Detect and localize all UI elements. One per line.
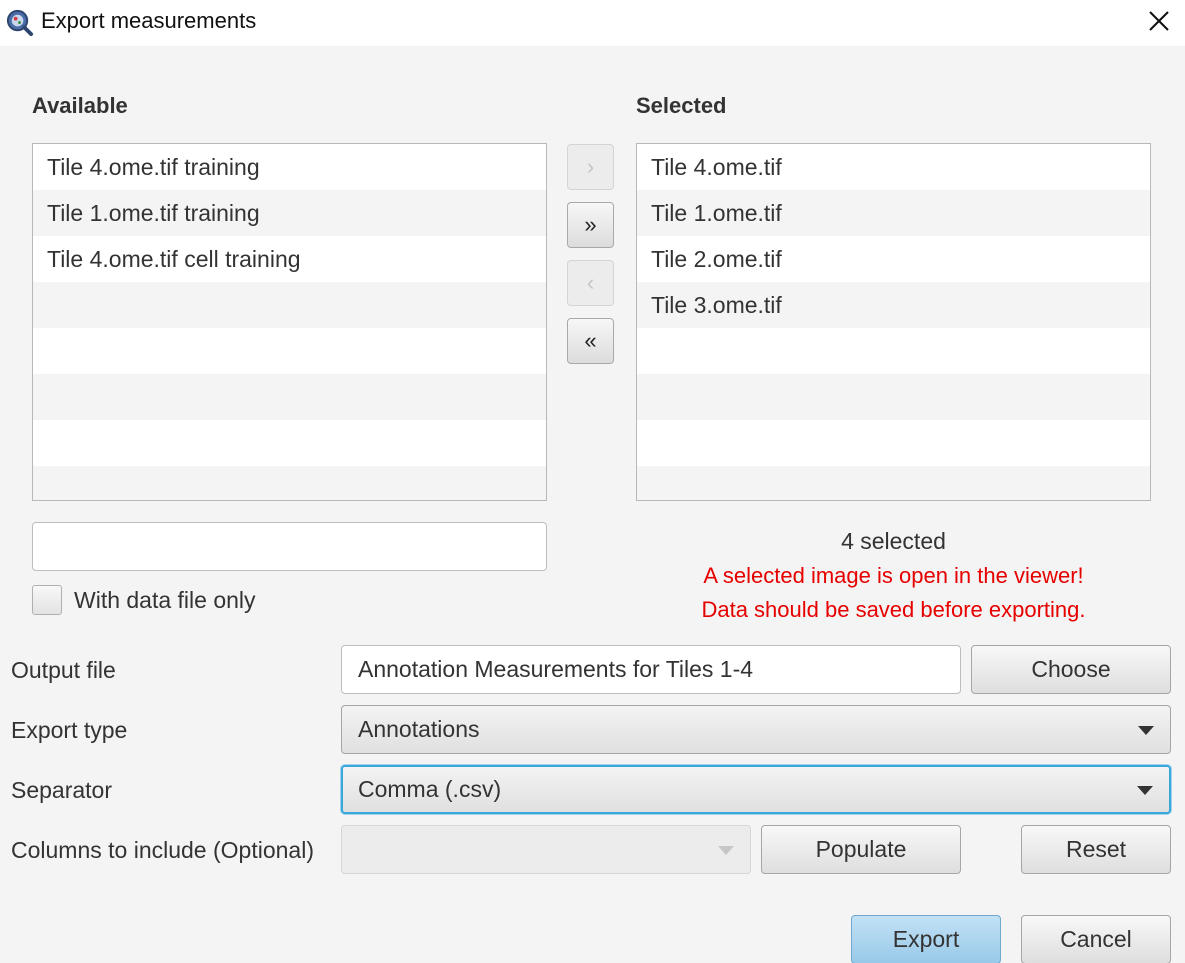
export-type-select[interactable]: Annotations	[341, 705, 1171, 754]
export-button-label: Export	[892, 926, 960, 952]
export-type-label: Export type	[11, 717, 128, 743]
reset-button[interactable]: Reset	[1021, 825, 1171, 874]
choose-button-label: Choose	[1031, 656, 1111, 682]
move-selected-right-button[interactable]: ›	[567, 144, 614, 190]
available-list-item	[33, 282, 546, 328]
dropdown-arrow-icon	[718, 846, 734, 855]
selected-list-item	[637, 328, 1150, 374]
move-selected-left-button[interactable]: ‹	[567, 260, 614, 306]
export-button[interactable]: Export	[851, 915, 1001, 963]
available-list[interactable]: Tile 4.ome.tif training Tile 1.ome.tif t…	[32, 143, 547, 501]
close-button[interactable]	[1140, 4, 1178, 38]
double-chevron-right-icon: »	[584, 212, 597, 237]
warning-open-image: A selected image is open in the viewer!	[703, 563, 1084, 588]
dropdown-arrow-icon	[1137, 786, 1153, 795]
available-list-item[interactable]: Tile 4.ome.tif cell training	[33, 236, 546, 282]
close-icon	[1149, 11, 1169, 31]
choose-button[interactable]: Choose	[971, 645, 1171, 694]
separator-select[interactable]: Comma (.csv)	[341, 765, 1171, 814]
move-all-right-button[interactable]: »	[567, 202, 614, 248]
populate-button[interactable]: Populate	[761, 825, 961, 874]
output-file-label: Output file	[11, 657, 116, 683]
columns-label: Columns to include (Optional)	[11, 837, 314, 863]
qupath-app-icon	[6, 9, 34, 37]
populate-button-label: Populate	[815, 836, 907, 862]
selected-count: 4 selected	[841, 528, 946, 554]
separator-label: Separator	[11, 777, 113, 803]
export-type-value: Annotations	[358, 716, 480, 742]
selected-list-item	[637, 466, 1150, 500]
move-all-left-button[interactable]: «	[567, 318, 614, 364]
dropdown-arrow-icon	[1138, 726, 1154, 735]
selected-list-item	[637, 420, 1150, 466]
double-chevron-left-icon: «	[584, 328, 597, 353]
with-data-file-checkbox[interactable]	[32, 585, 62, 615]
selected-list-item[interactable]: Tile 4.ome.tif	[637, 144, 1150, 190]
available-list-item	[33, 466, 546, 500]
available-list-item[interactable]: Tile 1.ome.tif training	[33, 190, 546, 236]
reset-button-label: Reset	[1065, 836, 1127, 862]
available-list-item	[33, 328, 546, 374]
window-title: Export measurements	[41, 8, 257, 33]
title-bar: Export measurements	[0, 0, 1185, 46]
selected-list-item[interactable]: Tile 3.ome.tif	[637, 282, 1150, 328]
available-list-item	[33, 374, 546, 420]
output-file-field[interactable]: Annotation Measurements for Tiles 1-4	[341, 645, 961, 694]
selected-heading: Selected	[636, 93, 727, 118]
separator-value: Comma (.csv)	[358, 776, 502, 802]
columns-select[interactable]	[341, 825, 751, 874]
chevron-right-icon: ›	[586, 154, 595, 179]
available-heading: Available	[32, 93, 128, 118]
available-list-item	[33, 420, 546, 466]
cancel-button[interactable]: Cancel	[1021, 915, 1171, 963]
cancel-button-label: Cancel	[1060, 926, 1132, 952]
with-data-file-label: With data file only	[74, 587, 256, 613]
filter-input[interactable]	[32, 522, 547, 571]
available-list-item[interactable]: Tile 4.ome.tif training	[33, 144, 546, 190]
selected-list-item[interactable]: Tile 1.ome.tif	[637, 190, 1150, 236]
selected-list[interactable]: Tile 4.ome.tif Tile 1.ome.tif Tile 2.ome…	[636, 143, 1151, 501]
selected-list-item[interactable]: Tile 2.ome.tif	[637, 236, 1150, 282]
selected-list-item	[637, 374, 1150, 420]
chevron-left-icon: ‹	[586, 270, 595, 295]
warning-save-data: Data should be saved before exporting.	[701, 597, 1086, 622]
